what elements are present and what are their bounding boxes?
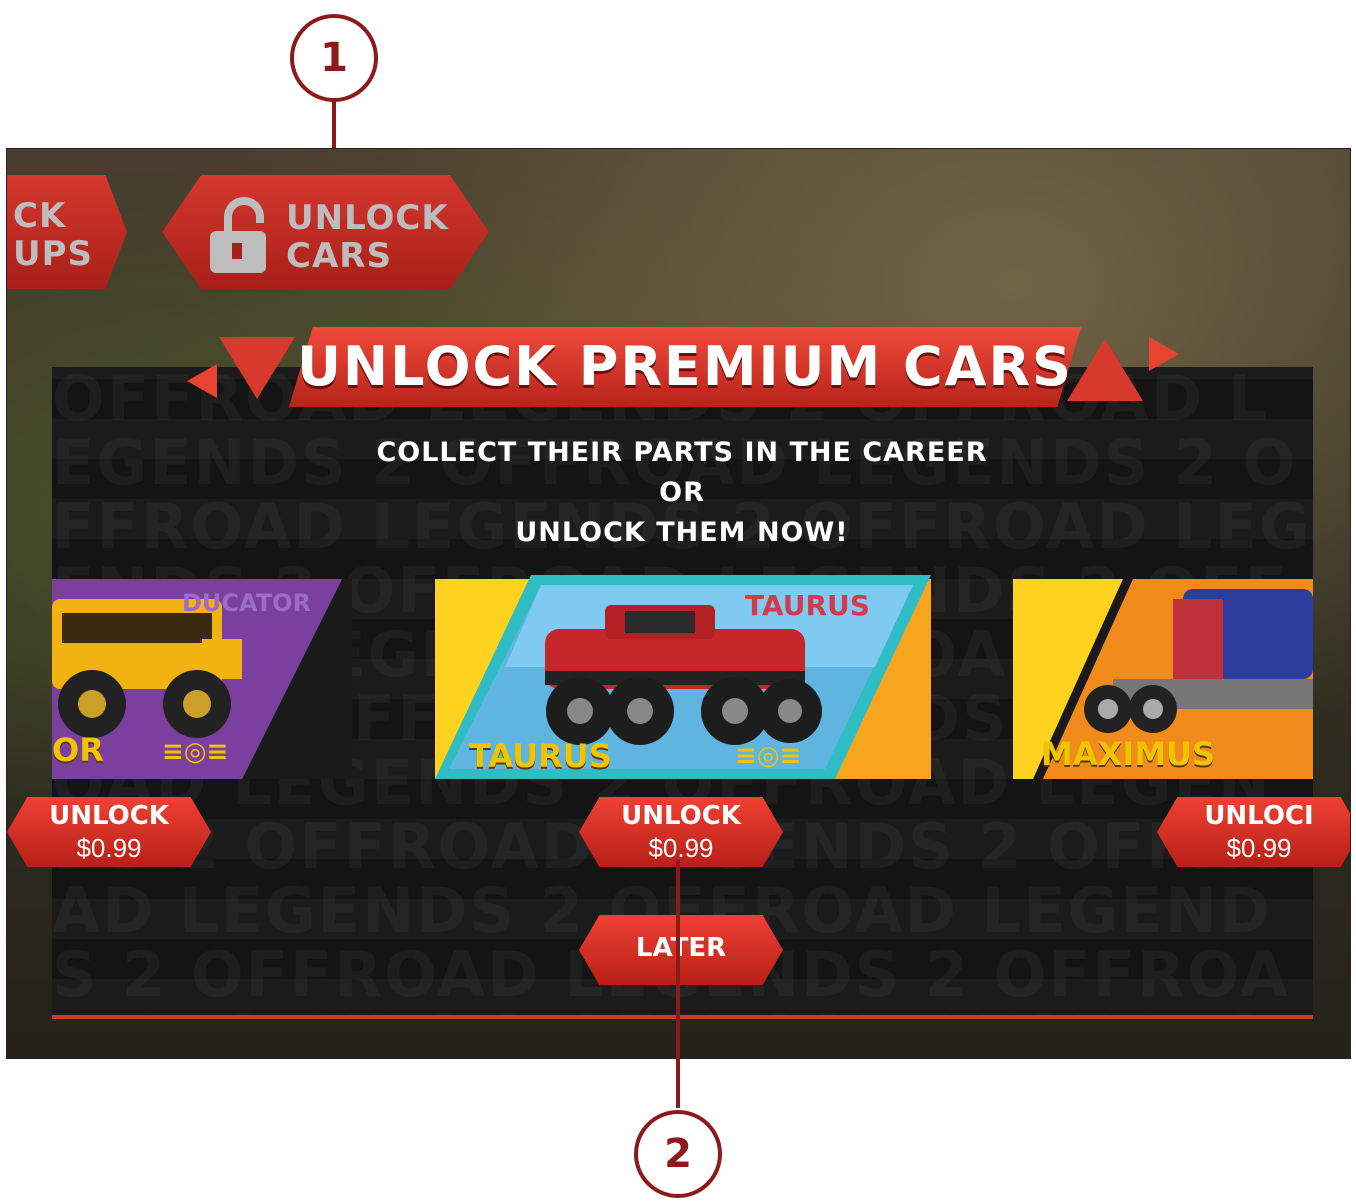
card-taurus-badge: TAURUS	[745, 589, 870, 622]
unlock-maximus-button[interactable]: UNLOCI $0.99	[1157, 797, 1350, 867]
subtitle-line-3: UNLOCK THEM NOW!	[515, 517, 849, 548]
card-educator-badge: DUCATOR	[182, 589, 311, 617]
unlock-cars-line1: UNLOCK	[286, 198, 449, 238]
car-card-educator[interactable]: DUCATOR OR ≡◎≡	[52, 579, 352, 779]
unlock-maximus-price: $0.99	[1226, 833, 1292, 863]
unlock-taurus-label: UNLOCK	[621, 801, 741, 831]
unlock-powerups-line2: UPS	[13, 234, 94, 274]
card-educator-name: OR	[52, 731, 104, 769]
unlock-taurus-price: $0.99	[648, 833, 714, 863]
banner-left-wing	[219, 337, 295, 399]
later-button[interactable]: LATER	[579, 915, 783, 985]
unlock-powerups-line1: CK	[13, 196, 67, 236]
subtitle-line-2: OR	[659, 477, 705, 508]
unlock-cars-button[interactable]: UNLOCK CARS	[162, 175, 489, 289]
car-card-maximus[interactable]: MAXIMUS	[1013, 579, 1313, 779]
card-educator-rank-icon: ≡◎≡	[162, 737, 229, 767]
banner-left-arrow	[187, 364, 217, 398]
card-maximus-name: MAXIMUS	[1041, 735, 1216, 773]
unlock-educator-button[interactable]: UNLOCK $0.99	[7, 797, 211, 867]
unlock-maximus-label: UNLOCI	[1204, 801, 1314, 831]
unlock-educator-label: UNLOCK	[49, 801, 169, 831]
callout-2-line	[676, 860, 680, 1108]
padlock-open-icon	[208, 195, 272, 275]
modal-bottom-edge	[52, 1015, 1313, 1019]
unlock-cars-line2: CARS	[286, 236, 392, 276]
subtitle-line-1: COLLECT THEIR PARTS IN THE CAREER	[376, 437, 988, 468]
later-label: LATER	[635, 933, 727, 963]
unlock-educator-price: $0.99	[76, 833, 142, 863]
unlock-taurus-button[interactable]: UNLOCK $0.99	[579, 797, 783, 867]
callout-1: 1	[290, 14, 378, 102]
banner-right-arrow	[1149, 337, 1179, 371]
card-taurus-name: TAURUS	[469, 737, 612, 775]
callout-2: 2	[634, 1110, 722, 1198]
unlock-powerups-button[interactable]: CK UPS	[7, 175, 127, 289]
car-card-taurus[interactable]: TAURUS TAURUS ≡◎≡	[435, 571, 931, 781]
modal-title: UNLOCK PREMIUM CARS	[297, 335, 1073, 398]
card-taurus-rank-icon: ≡◎≡	[735, 741, 802, 771]
